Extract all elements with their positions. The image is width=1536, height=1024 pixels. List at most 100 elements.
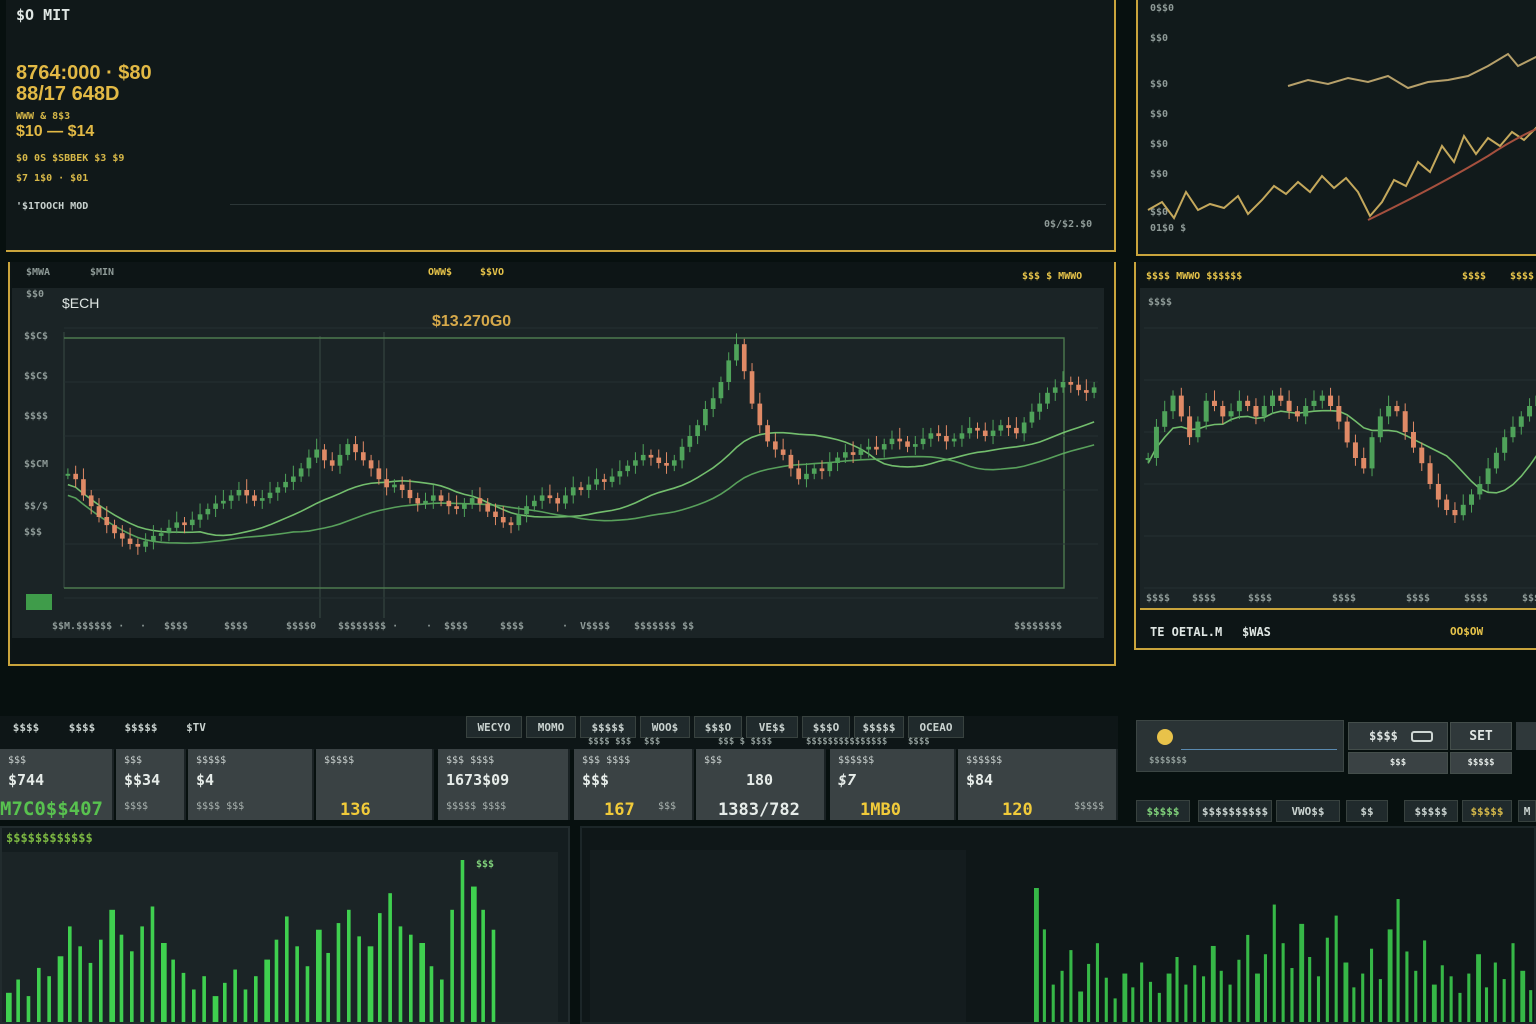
volume-bar	[1095, 943, 1099, 1022]
volume-bar-chart-left	[6, 860, 496, 1022]
volume-bar	[202, 976, 206, 1022]
toolbar-left-tab[interactable]: $$$$	[6, 716, 46, 738]
stat-mid: $84	[966, 771, 994, 789]
candle-body	[1145, 458, 1151, 460]
toolbar-left-tab[interactable]: $TV	[176, 716, 216, 738]
main-header-right: $$$ $ MWWO	[1022, 271, 1083, 282]
main-chart-area[interactable]: $$0 $ECH $13.270G0 $$C$ $$C$ $$$$ $$CM $…	[12, 288, 1104, 638]
toolbar-left-tab[interactable]: $$$$	[62, 716, 102, 738]
candle-body	[1452, 510, 1458, 516]
candle-body	[298, 468, 304, 477]
stat-cell[interactable]: $$$ $$$$ 1673$09 $$$$$ $$$$	[438, 749, 570, 820]
volume-bar	[1184, 984, 1188, 1022]
stat-cell[interactable]: $$$$$$ $84 120 $$$$$	[958, 749, 1118, 820]
main-header-mid: OWW$	[428, 267, 453, 278]
summary-footer-right: 0$/$2.$0	[1044, 219, 1093, 230]
candle-body	[881, 444, 887, 450]
volume-bar	[1219, 970, 1223, 1022]
volume-bar	[1272, 904, 1276, 1022]
right-chart-area[interactable]: $$$$ $$$$ $$$$ $$$$ $$$$ $$$$ $$$$ $$$$	[1140, 288, 1536, 610]
main-header-tab[interactable]: $MIN	[90, 268, 114, 278]
volume-bar	[1440, 965, 1444, 1022]
stat-cell[interactable]: $$$ $$$$ $$$ 167 $$$	[574, 749, 694, 820]
main-x-label: $$$$$$$$	[1014, 621, 1063, 632]
volume-bar	[1210, 945, 1216, 1022]
toolbar-mid-tab[interactable]: WECYO	[466, 716, 522, 738]
bottom-right-tab[interactable]: VWO$$	[1276, 800, 1340, 822]
volume-bar	[26, 996, 31, 1022]
candle-body	[1518, 416, 1524, 427]
right-x-label: $$$$	[1332, 593, 1357, 604]
bottom-right-tab[interactable]: $$$$$	[1136, 800, 1190, 822]
toolbar-mid-tab[interactable]: VE$$	[746, 716, 798, 738]
candle-body	[462, 503, 467, 509]
stat-bot: $$$$	[124, 801, 149, 812]
stat-top: $$$	[704, 755, 723, 766]
summary-small-1: WWW & 8$3	[16, 111, 71, 122]
stat-top: $$$$$	[196, 755, 227, 766]
toolbar-mid-tab[interactable]: WOO$	[640, 716, 690, 738]
volume-chart-area[interactable]: $$$	[2, 852, 558, 1022]
stat-mid: $7	[838, 771, 857, 789]
candle-body	[656, 457, 662, 463]
candle-body	[1236, 400, 1242, 412]
volume-bar	[1511, 943, 1515, 1022]
stat-cell[interactable]: $$$$$ 136	[316, 749, 434, 820]
volume-bar	[481, 909, 485, 1022]
stat-top: $$$$$$	[838, 755, 875, 766]
candle-body	[477, 498, 483, 504]
toolbar-mid-tab[interactable]: OCEAO	[908, 716, 964, 738]
candle-body	[259, 498, 265, 501]
candle-body	[897, 438, 903, 442]
volume-bar	[1325, 937, 1329, 1022]
volume-bar	[1334, 915, 1338, 1022]
set-button-label: SET	[1469, 728, 1493, 744]
volume-bar	[1484, 987, 1489, 1022]
stat-cell[interactable]: $$$$$ $4 $$$$ $$$	[188, 749, 314, 820]
volume-bar	[1414, 970, 1418, 1022]
candle-body	[360, 452, 366, 461]
volume-bar	[1078, 991, 1084, 1022]
toolbar-mid-tab[interactable]: MOMO	[526, 716, 576, 738]
bottom-right-tab[interactable]: M	[1518, 800, 1536, 822]
toolbar-mid-tab[interactable]: $$$O	[802, 716, 850, 738]
stat-cell[interactable]: $$$ 180 1383/782	[696, 749, 826, 820]
volume-bar	[367, 946, 374, 1022]
toolbar-mid-tab[interactable]: $$$$$	[854, 716, 904, 738]
candle-body	[671, 460, 677, 466]
toolbar-sub-button[interactable]: $$$$$	[1450, 752, 1512, 774]
candle-body	[135, 544, 141, 547]
toolbar-mid-tab[interactable]: $$$O	[694, 716, 742, 738]
stat-cell[interactable]: $$$ $$34 $$$$	[116, 749, 186, 820]
main-header-tab[interactable]: $MWA	[26, 268, 50, 278]
bottom-right-tab[interactable]: $$$$$$$$$$	[1198, 800, 1272, 822]
volume-bar	[6, 992, 12, 1022]
volume-bar	[37, 967, 41, 1022]
candle-body	[586, 484, 592, 490]
toolbar-left-tab[interactable]: $$$$$	[118, 716, 164, 738]
candle-body	[687, 436, 693, 447]
candle-body	[213, 503, 218, 509]
candle-body	[1311, 400, 1317, 406]
volume-bar	[1352, 987, 1356, 1022]
toolbar-sub-button[interactable]: $$$	[1348, 752, 1448, 774]
volume-bar	[68, 926, 72, 1022]
stat-highlight: 136	[340, 800, 371, 820]
bottom-right-tab[interactable]: $$	[1346, 800, 1388, 822]
toolbar-mid-tab[interactable]: $$$$$	[580, 716, 636, 738]
search-box[interactable]: $$$$$$$	[1136, 720, 1344, 772]
candle-body	[283, 481, 288, 488]
candle-body	[423, 500, 428, 504]
summary-panel: $O MIT 8764:000 · $80 88/17 648D WWW & 8…	[6, 0, 1116, 252]
volume-bar	[223, 982, 227, 1022]
candle-body	[96, 506, 102, 517]
candle-body	[1153, 426, 1159, 458]
candle-body	[578, 487, 584, 490]
candle-body	[1245, 400, 1251, 406]
volume-bar	[243, 989, 248, 1022]
set-button[interactable]: SET	[1450, 722, 1512, 750]
toolbar-button[interactable]: $$$$	[1348, 722, 1448, 750]
stat-cell[interactable]: $$$$$$ $7 1MB0	[830, 749, 956, 820]
bottom-right-tab[interactable]: $$$$$	[1404, 800, 1458, 822]
bottom-right-tab[interactable]: $$$$$	[1462, 800, 1512, 822]
